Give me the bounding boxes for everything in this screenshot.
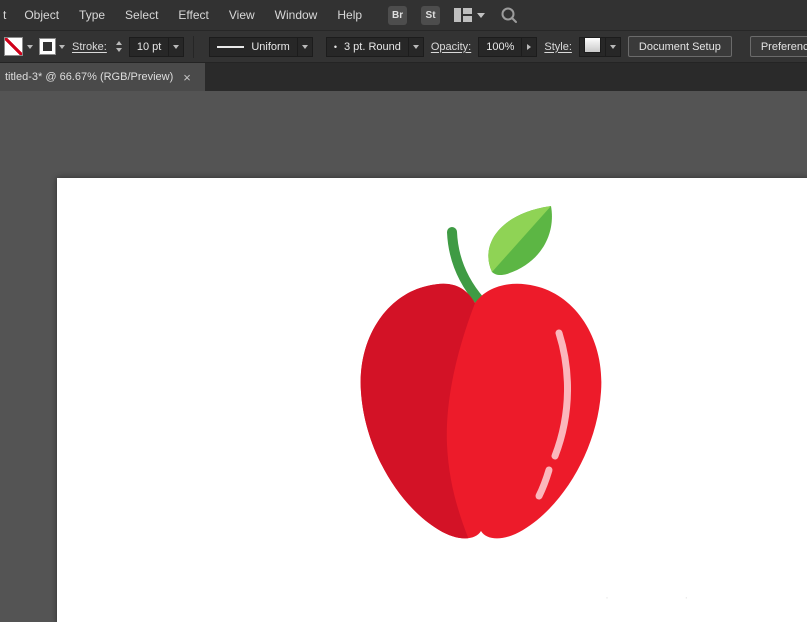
menu-bar: t Object Type Select Effect View Window … [0, 0, 807, 30]
fill-color-control[interactable] [4, 37, 33, 56]
style-panel-link[interactable]: Style: [544, 41, 572, 53]
stroke-color-swatch[interactable] [39, 38, 56, 55]
canvas-area[interactable]: · · [0, 91, 807, 622]
menu-item-help[interactable]: Help [327, 0, 372, 30]
brush-dropdown-chevron[interactable] [407, 37, 423, 56]
menu-item-edit-partial[interactable]: t [0, 0, 14, 30]
brush-definition-dropdown[interactable]: • 3 pt. Round [325, 36, 424, 57]
brush-name-value: 3 pt. Round [344, 40, 401, 53]
width-profile-dropdown[interactable]: Uniform [209, 36, 313, 57]
stroke-color-control[interactable] [39, 38, 65, 55]
width-profile-value: Uniform [251, 40, 290, 53]
stepper-up-icon[interactable] [115, 41, 122, 45]
stroke-weight-stepper[interactable] [115, 41, 122, 52]
stroke-weight-value[interactable]: 10 pt [130, 41, 168, 53]
artboard[interactable]: · · [57, 178, 807, 622]
stroke-weight-field[interactable]: 10 pt [128, 36, 185, 57]
control-bar: Stroke: 10 pt Uniform • 3 pt. Round Opac… [0, 30, 807, 63]
opacity-panel-arrow[interactable] [521, 37, 536, 56]
stock-icon[interactable]: St [421, 5, 441, 25]
chevron-down-icon [173, 44, 180, 49]
faint-watermark: · · [605, 590, 725, 604]
opacity-value[interactable]: 100% [479, 41, 521, 53]
apple-artwork[interactable] [353, 200, 623, 552]
menu-item-type[interactable]: Type [69, 0, 115, 30]
chevron-down-icon[interactable] [27, 44, 33, 49]
menu-item-object[interactable]: Object [14, 0, 69, 30]
opacity-panel-link[interactable]: Opacity: [431, 41, 471, 53]
document-title: titled-3* @ 66.67% (RGB/Preview) [5, 71, 174, 83]
fill-none-swatch[interactable] [4, 37, 23, 56]
stepper-down-icon[interactable] [115, 48, 122, 52]
menu-item-select[interactable]: Select [115, 0, 168, 30]
style-dropdown-chevron[interactable] [604, 37, 620, 56]
style-dropdown[interactable] [578, 36, 621, 57]
width-profile-chevron[interactable] [296, 37, 312, 56]
workspace-layout-icon [454, 8, 473, 22]
document-setup-button[interactable]: Document Setup [627, 36, 732, 57]
chevron-right-icon [527, 43, 532, 50]
workspace-switcher[interactable] [454, 8, 486, 22]
chevron-down-icon [477, 12, 486, 18]
app-bar-icons: Br St [388, 5, 519, 25]
preferences-button[interactable]: Preferences [749, 36, 807, 57]
chevron-down-icon [301, 44, 308, 49]
style-swatch [583, 37, 601, 53]
search-icon[interactable] [499, 5, 519, 25]
chevron-down-icon [609, 44, 616, 49]
divider [193, 35, 195, 58]
opacity-field[interactable]: 100% [478, 36, 538, 57]
illustrator-window: t Object Type Select Effect View Window … [0, 0, 807, 622]
chevron-down-icon[interactable] [59, 44, 65, 49]
uniform-profile-icon [217, 45, 245, 48]
menu-item-effect[interactable]: Effect [168, 0, 218, 30]
stroke-weight-dropdown[interactable] [168, 37, 183, 56]
bridge-icon[interactable]: Br [388, 5, 408, 25]
brush-dot-icon: • [333, 41, 337, 52]
menu-item-view[interactable]: View [219, 0, 265, 30]
close-icon[interactable]: × [183, 71, 191, 84]
stroke-panel-link[interactable]: Stroke: [72, 41, 107, 53]
chevron-down-icon [412, 44, 419, 49]
document-tab[interactable]: titled-3* @ 66.67% (RGB/Preview) × [0, 63, 205, 91]
menu-item-window[interactable]: Window [265, 0, 328, 30]
document-tab-bar: titled-3* @ 66.67% (RGB/Preview) × [0, 63, 807, 91]
